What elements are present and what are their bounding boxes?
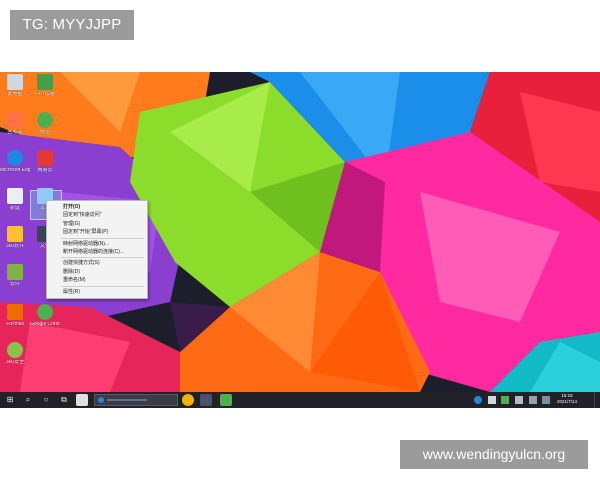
show-desktop-button[interactable]	[594, 392, 600, 408]
pinned-app-icon[interactable]	[76, 394, 88, 406]
taskbar-search-box[interactable]	[94, 394, 178, 406]
menu-item-rename[interactable]: 重命名(M)	[47, 276, 147, 284]
tray-network-icon[interactable]	[487, 396, 496, 404]
menu-separator	[61, 257, 144, 259]
desktop-icon-label: PPT模版	[35, 92, 55, 97]
chrome-icon	[37, 304, 53, 320]
search-placeholder-bar	[107, 399, 147, 401]
file-icon	[7, 188, 23, 204]
menu-item-map-drive[interactable]: 映射网络驱动器(N)...	[47, 240, 147, 248]
menu-item-manage[interactable]: 管理(G)	[47, 220, 147, 228]
desktop-icon[interactable]: 新建	[0, 188, 30, 222]
clock-date: 2021/7/14	[556, 399, 578, 404]
security-icon	[7, 342, 23, 358]
website-watermark: www.wendingyulcn.org	[400, 440, 588, 469]
edge-icon	[98, 397, 104, 403]
app-plus-icon	[7, 264, 23, 280]
system-tray	[474, 394, 551, 406]
ppt-template-icon	[37, 74, 53, 90]
tray-wechat-icon[interactable]	[501, 396, 510, 404]
desktop-icon-label: 360软件	[5, 244, 25, 249]
menu-item-open[interactable]: 打开(O)	[47, 203, 147, 211]
telegram-tag: TG: MYYJJPP	[10, 10, 134, 40]
foxmail-icon	[7, 304, 23, 320]
start-button[interactable]: ⊞	[4, 395, 16, 405]
menu-item-pin-start[interactable]: 固定到"开始"屏幕(P)	[47, 228, 147, 236]
desktop-icon-label: 此电脑	[7, 92, 23, 97]
desktop-screenshot: 此电脑 PPT模版 回收站 微信 Microsoft Edge 网易云 新建	[0, 72, 600, 408]
desktop-icon-label: Microsoft Edge	[0, 168, 30, 173]
desktop-icon[interactable]: 回收站	[0, 112, 30, 146]
menu-separator	[61, 237, 144, 239]
desktop-icon-label: 软件	[9, 282, 20, 287]
edge-icon	[7, 150, 23, 166]
search-icon[interactable]: ⌕	[22, 395, 34, 405]
desktop-icon-label: 回收站	[7, 130, 23, 135]
desktop-icon-label: Google Chrome	[30, 322, 60, 327]
menu-item-delete[interactable]: 删除(D)	[47, 268, 147, 276]
desktop-icon[interactable]: PPT模版	[30, 74, 60, 108]
task-view-icon[interactable]: ⧉	[58, 395, 70, 405]
menu-item-pin-quick-access[interactable]: 固定到"快速访问"	[47, 211, 147, 219]
desktop-icon[interactable]: Microsoft Edge	[0, 150, 30, 184]
desktop-icon[interactable]: Google Chrome	[30, 304, 60, 338]
desktop-icon[interactable]: 此电脑	[0, 74, 30, 108]
desktop-icon-label: 新建	[9, 206, 20, 211]
menu-separator	[61, 285, 144, 287]
menu-item-create-shortcut[interactable]: 创建快捷方式(S)	[47, 259, 147, 267]
software-icon	[7, 226, 23, 242]
desktop-icon[interactable]: 微信	[30, 112, 60, 146]
cortana-icon[interactable]: ○	[40, 395, 52, 405]
desktop-icon-label: Foxmail	[6, 322, 24, 327]
wechat-taskbar-icon[interactable]	[220, 394, 232, 406]
menu-item-properties[interactable]: 属性(R)	[47, 288, 147, 296]
app-taskbar-icon[interactable]	[200, 394, 212, 406]
recycle-bin-icon	[7, 112, 23, 128]
taskbar-clock[interactable]: 15:15 2021/7/14	[552, 393, 582, 405]
page: TG: MYYJJPP 此电脑 PPT模版 回收站 微信 Microsoft E…	[0, 0, 600, 480]
netease-music-icon	[37, 150, 53, 166]
desktop-icon[interactable]: 360软件	[0, 226, 30, 260]
desktop-icon[interactable]: 网易云	[30, 150, 60, 184]
desktop-icon[interactable]: Foxmail	[0, 304, 30, 338]
desktop-icon[interactable]: 360安全	[0, 342, 30, 376]
tray-help-icon[interactable]	[474, 396, 482, 404]
tray-volume-icon[interactable]	[515, 396, 524, 404]
desktop-icon-label: 网易云	[37, 168, 53, 173]
chrome-taskbar-icon[interactable]	[182, 394, 194, 406]
wechat-icon	[37, 112, 53, 128]
tray-input-icon[interactable]	[528, 396, 537, 404]
desktop-icon-label: 360安全	[5, 360, 25, 365]
this-pc-icon	[7, 74, 23, 90]
menu-item-disconnect-drive[interactable]: 断开网络驱动器的连接(C)...	[47, 248, 147, 256]
tray-app-icon[interactable]	[542, 396, 551, 404]
desktop-icon-label: 微信	[39, 130, 50, 135]
context-menu: 打开(O) 固定到"快速访问" 管理(G) 固定到"开始"屏幕(P) 映射网络驱…	[46, 200, 148, 299]
desktop-icon[interactable]: 软件	[0, 264, 30, 298]
taskbar: ⊞ ⌕ ○ ⧉ 15:15 2021/7/14	[0, 392, 600, 408]
